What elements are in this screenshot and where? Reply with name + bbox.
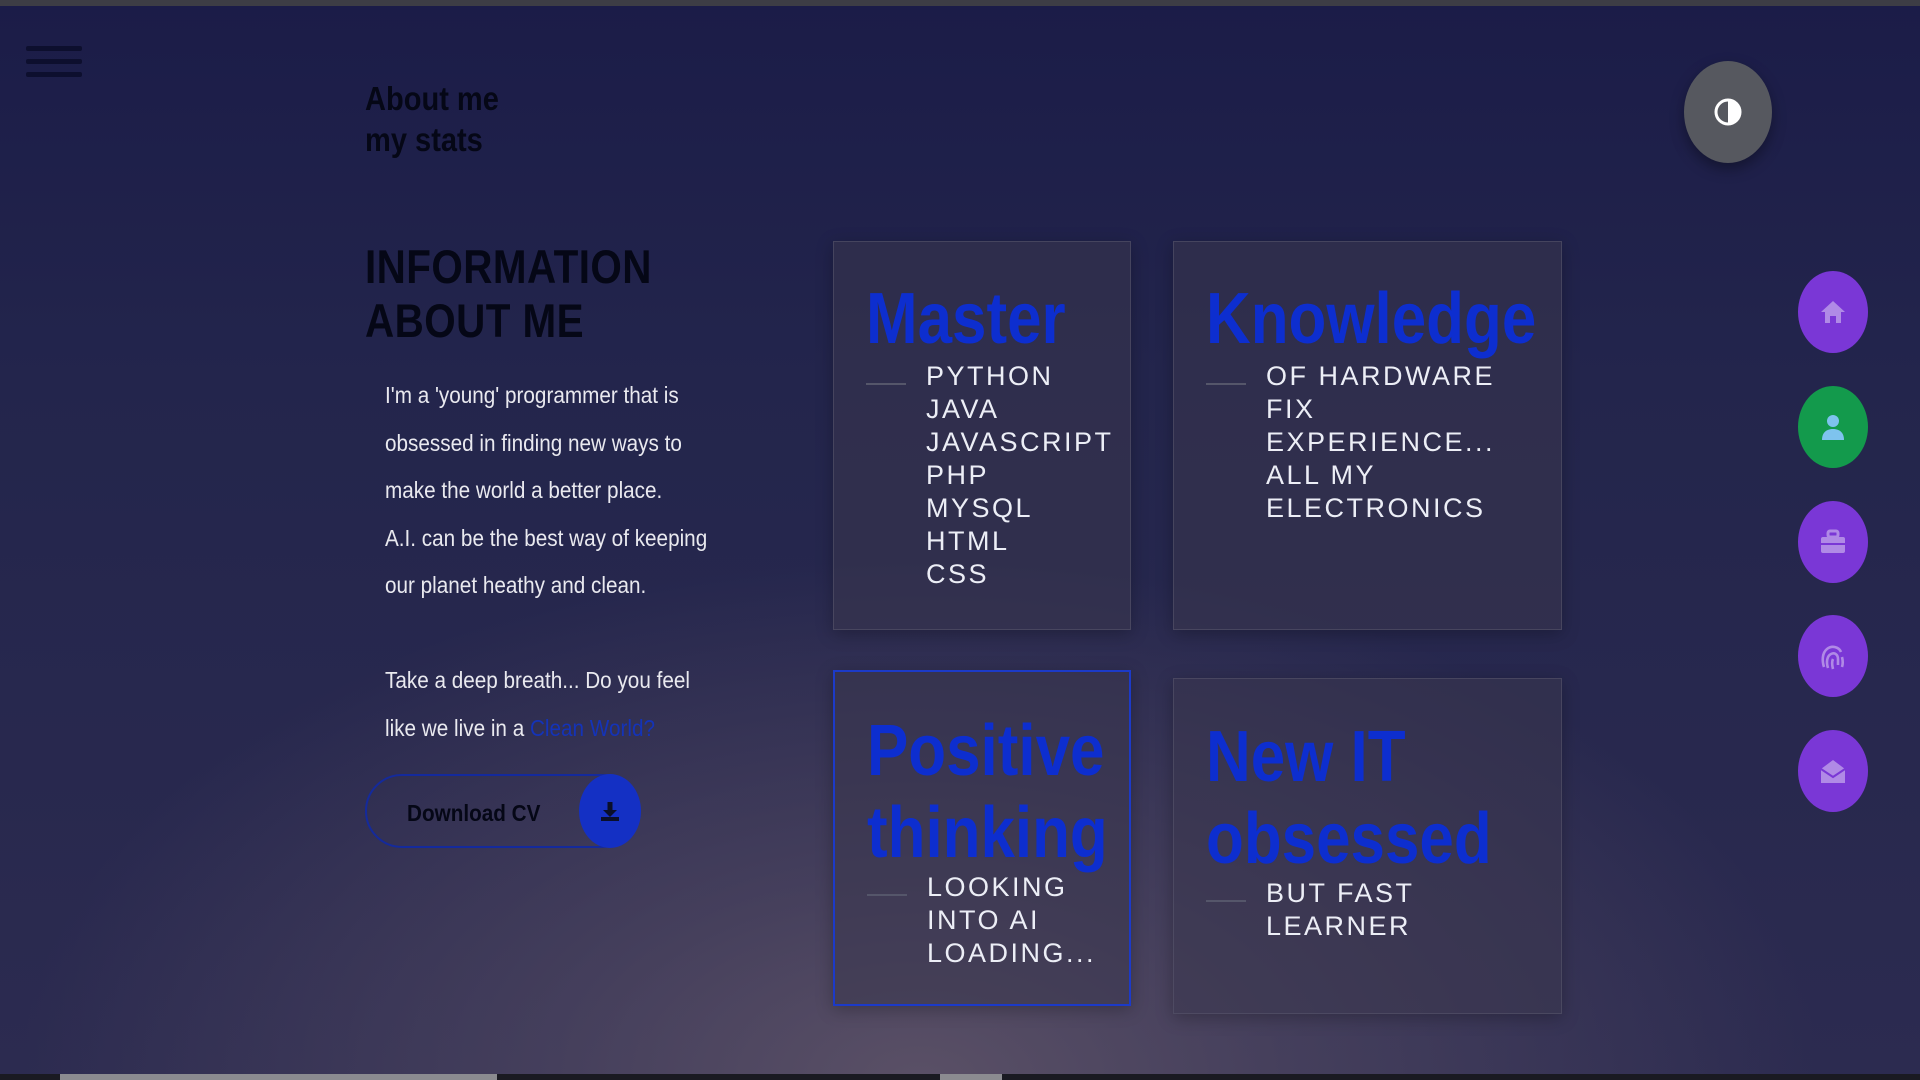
card-list-item: BUT FAST <box>1266 878 1415 908</box>
page-title: About me my stats <box>365 78 499 160</box>
card-title: Knowledge <box>1206 279 1537 359</box>
card-title-line2: thinking <box>867 793 1108 873</box>
skill-card-knowledge[interactable]: Knowledge OF HARDWARE FIX EXPERIENCE... … <box>1173 241 1562 630</box>
card-list-item: JAVA <box>926 394 1000 424</box>
download-icon <box>601 802 619 821</box>
card-list-item: ELECTRONICS <box>1266 493 1486 523</box>
user-icon <box>1822 415 1844 440</box>
card-list-item: ALL MY <box>1266 460 1377 490</box>
page-title-line1: About me <box>365 80 499 117</box>
bio-line: I'm a 'young' programmer that is <box>385 382 679 408</box>
theme-toggle-button[interactable] <box>1684 61 1772 163</box>
horizontal-scrollbar[interactable] <box>0 1074 1920 1080</box>
card-list-item: FIX <box>1266 394 1316 424</box>
download-cv-button[interactable]: Download CV <box>365 774 641 848</box>
contrast-icon <box>1714 98 1742 126</box>
card-list: BUT FAST LEARNER <box>1266 877 1415 943</box>
card-dash <box>1206 383 1246 385</box>
card-list-item: EXPERIENCE... <box>1266 427 1496 457</box>
bio-line: A.I. can be the best way of keeping <box>385 524 708 551</box>
question-line-2: like we live in a Clean World? <box>385 705 718 753</box>
bio-line: our planet heathy and clean. <box>385 572 647 598</box>
nav-about-button[interactable] <box>1798 386 1868 468</box>
card-dash <box>866 383 906 385</box>
card-dash <box>867 894 907 896</box>
section-title: INFORMATION ABOUT ME <box>365 240 652 348</box>
card-list-item: HTML <box>926 526 1010 556</box>
menu-icon[interactable] <box>26 46 82 80</box>
card-list-item: LOADING... <box>927 938 1097 968</box>
card-title: Master <box>866 279 1066 359</box>
card-list: LOOKING INTO AI LOADING... <box>927 871 1096 970</box>
card-list-item: PYTHON <box>926 361 1054 391</box>
skill-card-new-it-obsessed[interactable]: New IT obsessed BUT FAST LEARNER <box>1173 678 1562 1014</box>
fingerprint-icon <box>1821 645 1845 670</box>
scrollbar-thumb[interactable] <box>60 1074 497 1080</box>
nav-portfolio-button[interactable] <box>1798 501 1868 583</box>
clean-world-link[interactable]: Clean World? <box>530 715 655 741</box>
card-dash <box>1206 900 1246 902</box>
about-text: I'm a 'young' programmer that is obsesse… <box>385 372 718 752</box>
section-title-line2: ABOUT ME <box>365 294 585 347</box>
home-icon <box>1821 301 1845 323</box>
question-prefix: like we live in a <box>385 714 530 741</box>
briefcase-icon <box>1821 529 1845 553</box>
bio-line: obsessed in finding new ways to <box>385 429 682 456</box>
card-list-item: MYSQL <box>926 493 1034 523</box>
page-title-line2: my stats <box>365 121 483 158</box>
question-line: Take a deep breath... Do you feel <box>385 667 690 693</box>
card-list-item: INTO AI <box>927 905 1041 935</box>
card-list-item: LOOKING <box>927 872 1068 902</box>
nav-home-button[interactable] <box>1798 271 1868 353</box>
window-top-edge <box>0 0 1920 6</box>
card-list-item: JAVASCRIPT <box>926 427 1114 457</box>
card-list-item: CSS <box>926 559 990 589</box>
card-title-line1: Positive <box>867 711 1105 791</box>
download-cv-label: Download CV <box>407 800 541 826</box>
card-list-item: OF HARDWARE <box>1266 361 1495 391</box>
scrollbar-thumb-secondary[interactable] <box>940 1074 1002 1080</box>
nav-skills-button[interactable] <box>1798 615 1868 697</box>
nav-contact-button[interactable] <box>1798 730 1868 812</box>
skill-card-master[interactable]: Master PYTHON JAVA JAVASCRIPT PHP MYSQL … <box>833 241 1131 630</box>
card-title-line1: New IT <box>1206 717 1406 797</box>
card-title-line2: obsessed <box>1206 799 1492 879</box>
card-list: PYTHON JAVA JAVASCRIPT PHP MYSQL HTML CS… <box>926 360 1114 591</box>
mail-open-icon <box>1820 760 1846 783</box>
card-list-item: LEARNER <box>1266 911 1412 941</box>
bio-line: make the world a better place. <box>385 477 663 503</box>
skill-card-positive-thinking[interactable]: Positive thinking LOOKING INTO AI LOADIN… <box>833 670 1131 1006</box>
card-list: OF HARDWARE FIX EXPERIENCE... ALL MY ELE… <box>1266 360 1495 525</box>
download-icon-circle[interactable] <box>579 774 641 848</box>
section-title-line1: INFORMATION <box>365 240 652 293</box>
card-list-item: PHP <box>926 460 990 490</box>
